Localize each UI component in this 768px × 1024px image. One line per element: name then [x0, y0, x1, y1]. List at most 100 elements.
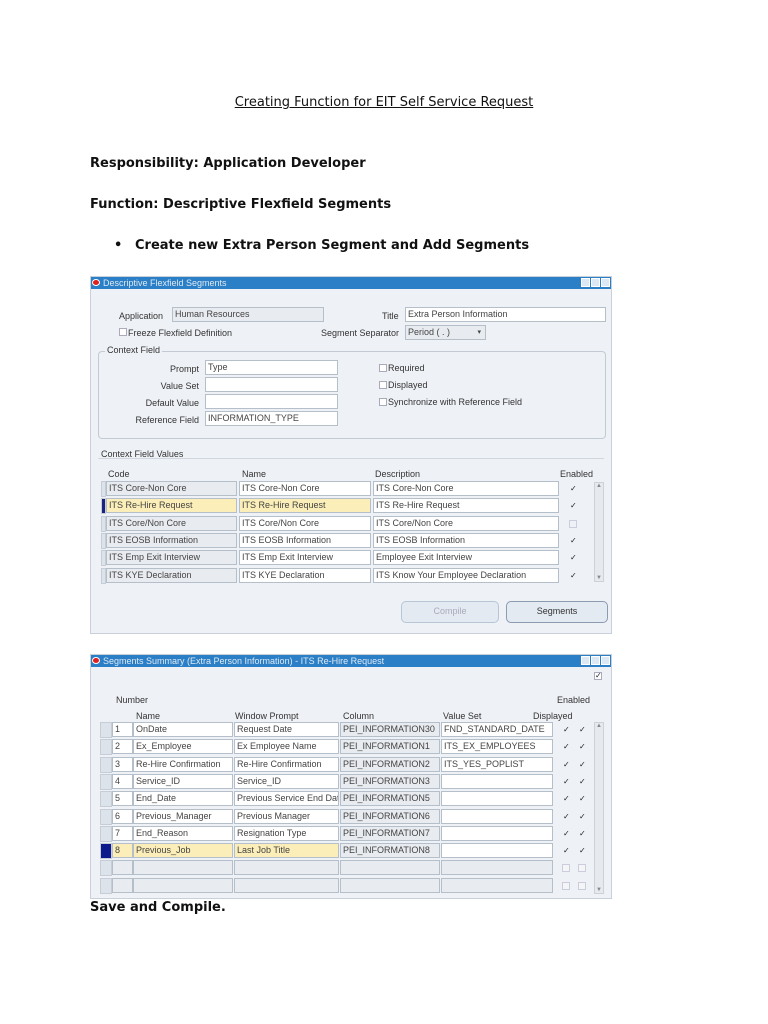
header-checkbox[interactable]: ✓: [594, 672, 602, 680]
name-cell[interactable]: ITS EOSB Information: [239, 532, 371, 548]
code-cell[interactable]: ITS Emp Exit Interview: [106, 550, 237, 566]
enabled-checkbox[interactable]: ✓: [569, 485, 577, 493]
enabled-checkbox[interactable]: ✓: [578, 726, 586, 734]
name-cell[interactable]: ITS Core-Non Core: [239, 481, 371, 496]
value-set-field[interactable]: [205, 377, 338, 392]
maximize-icon[interactable]: [591, 278, 600, 287]
title-field[interactable]: Extra Person Information: [405, 307, 606, 322]
row-indicator[interactable]: [100, 860, 112, 877]
value-set-cell[interactable]: [441, 825, 553, 841]
scrollbar[interactable]: ▲ ▼: [594, 482, 604, 582]
enabled-checkbox[interactable]: ✓: [578, 829, 586, 838]
value-set-cell[interactable]: [441, 791, 553, 807]
code-cell[interactable]: ITS KYE Declaration: [106, 567, 237, 583]
enabled-checkbox[interactable]: ✓: [578, 760, 586, 769]
description-cell[interactable]: Employee Exit Interview: [373, 550, 559, 566]
compile-button[interactable]: Compile: [401, 601, 499, 623]
scroll-up-icon[interactable]: ▲: [595, 723, 603, 729]
description-cell[interactable]: ITS Know Your Employee Declaration: [373, 567, 559, 583]
description-cell[interactable]: ITS Core-Non Core: [373, 481, 559, 496]
enabled-checkbox[interactable]: [578, 864, 586, 873]
row-indicator[interactable]: [100, 756, 112, 773]
enabled-checkbox[interactable]: ✓: [578, 812, 586, 821]
code-cell[interactable]: ITS Re-Hire Request: [106, 498, 237, 514]
number-cell[interactable]: 7: [112, 825, 133, 841]
enabled-checkbox[interactable]: ✓: [578, 847, 586, 855]
column-cell[interactable]: PEI_INFORMATION8: [340, 843, 440, 859]
number-cell[interactable]: [112, 877, 133, 893]
maximize-icon[interactable]: [591, 656, 600, 665]
window-prompt-cell[interactable]: Previous Manager: [234, 808, 339, 824]
column-cell[interactable]: PEI_INFORMATION2: [340, 756, 440, 772]
displayed-checkbox[interactable]: ✓: [562, 743, 570, 751]
enabled-checkbox[interactable]: ✓: [569, 554, 577, 562]
prompt-field[interactable]: Type: [205, 360, 338, 375]
enabled-checkbox[interactable]: ✓: [569, 502, 577, 510]
scroll-up-icon[interactable]: ▲: [595, 483, 603, 489]
number-cell[interactable]: 3: [112, 756, 133, 772]
value-set-cell[interactable]: [441, 860, 553, 876]
displayed-checkbox[interactable]: ✓: [562, 812, 570, 821]
column-cell[interactable]: PEI_INFORMATION3: [340, 773, 440, 789]
column-cell[interactable]: PEI_INFORMATION5: [340, 791, 440, 807]
column-cell[interactable]: PEI_INFORMATION1: [340, 739, 440, 755]
window-prompt-cell[interactable]: [234, 877, 339, 893]
value-set-cell[interactable]: FND_STANDARD_DATE: [441, 722, 553, 737]
displayed-checkbox[interactable]: ✓: [562, 726, 570, 734]
code-cell[interactable]: ITS Core-Non Core: [106, 481, 237, 496]
displayed-checkbox[interactable]: [379, 381, 387, 389]
enabled-checkbox[interactable]: ✓: [578, 743, 586, 751]
description-cell[interactable]: ITS EOSB Information: [373, 532, 559, 548]
window-prompt-cell[interactable]: Resignation Type: [234, 825, 339, 841]
window-prompt-cell[interactable]: Re-Hire Confirmation: [234, 756, 339, 772]
column-cell[interactable]: [340, 877, 440, 893]
number-cell[interactable]: 6: [112, 808, 133, 824]
minimize-icon[interactable]: [581, 656, 590, 665]
row-indicator[interactable]: [100, 773, 112, 790]
enabled-checkbox[interactable]: ✓: [569, 536, 577, 545]
description-cell[interactable]: ITS Core/Non Core: [373, 515, 559, 531]
number-cell[interactable]: 2: [112, 739, 133, 755]
displayed-checkbox[interactable]: ✓: [562, 795, 570, 803]
name-cell[interactable]: Service_ID: [133, 773, 233, 789]
code-cell[interactable]: ITS EOSB Information: [106, 532, 237, 548]
value-set-cell[interactable]: [441, 773, 553, 789]
default-value-field[interactable]: [205, 394, 338, 409]
displayed-checkbox[interactable]: ✓: [562, 847, 570, 855]
name-cell[interactable]: ITS KYE Declaration: [239, 567, 371, 583]
name-cell[interactable]: End_Date: [133, 791, 233, 807]
name-cell[interactable]: ITS Re-Hire Request: [239, 498, 371, 514]
name-cell[interactable]: [133, 860, 233, 876]
enabled-checkbox[interactable]: ✓: [578, 777, 586, 786]
name-cell[interactable]: ITS Emp Exit Interview: [239, 550, 371, 566]
enabled-checkbox[interactable]: [569, 519, 577, 528]
application-field[interactable]: Human Resources: [172, 307, 324, 322]
column-cell[interactable]: PEI_INFORMATION30: [340, 722, 440, 737]
displayed-checkbox[interactable]: ✓: [562, 829, 570, 838]
scroll-down-icon[interactable]: ▼: [595, 575, 603, 581]
displayed-checkbox[interactable]: [562, 864, 570, 873]
row-indicator[interactable]: [100, 739, 112, 756]
close-icon[interactable]: [601, 656, 610, 665]
window-prompt-cell[interactable]: Service_ID: [234, 773, 339, 789]
segments-button[interactable]: Segments: [506, 601, 608, 623]
value-set-cell[interactable]: [441, 877, 553, 893]
row-indicator[interactable]: [100, 791, 112, 808]
freeze-checkbox[interactable]: [119, 328, 127, 336]
code-cell[interactable]: ITS Core/Non Core: [106, 515, 237, 531]
value-set-cell[interactable]: [441, 808, 553, 824]
row-indicator[interactable]: [100, 722, 112, 738]
enabled-checkbox[interactable]: ✓: [578, 795, 586, 803]
close-icon[interactable]: [601, 278, 610, 287]
separator-select[interactable]: Period ( . ) ▾: [405, 325, 486, 340]
displayed-checkbox[interactable]: [562, 881, 570, 890]
column-cell[interactable]: PEI_INFORMATION6: [340, 808, 440, 824]
reference-field[interactable]: INFORMATION_TYPE: [205, 411, 338, 426]
name-cell[interactable]: OnDate: [133, 722, 233, 737]
value-set-cell[interactable]: [441, 843, 553, 859]
row-indicator[interactable]: [100, 808, 112, 825]
value-set-cell[interactable]: ITS_YES_POPLIST: [441, 756, 553, 772]
number-cell[interactable]: 1: [112, 722, 133, 737]
window-prompt-cell[interactable]: Previous Service End Date: [234, 791, 339, 807]
number-cell[interactable]: 8: [112, 843, 133, 859]
